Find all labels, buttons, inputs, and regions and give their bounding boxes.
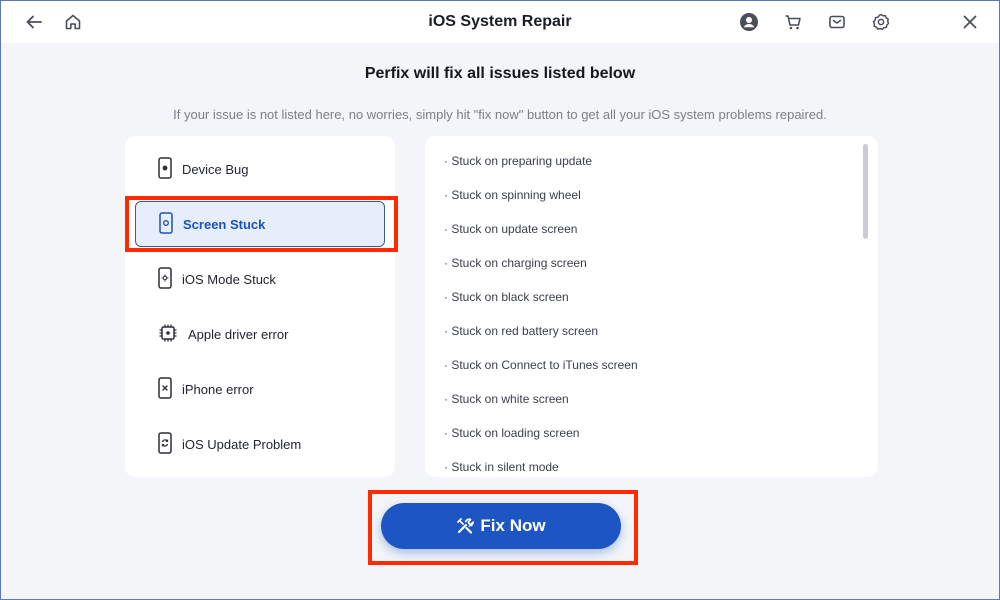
- category-screen-stuck[interactable]: Screen Stuck: [135, 201, 385, 247]
- category-apple-driver-error[interactable]: Apple driver error: [135, 311, 385, 357]
- issue-item: · Stuck on loading screen: [444, 426, 580, 440]
- issue-item: · Stuck on black screen: [444, 290, 569, 304]
- issue-item: · Stuck on charging screen: [444, 256, 587, 270]
- issue-item: · Stuck on preparing update: [444, 154, 593, 168]
- close-icon[interactable]: [958, 10, 982, 34]
- wrench-icon: [456, 517, 475, 535]
- issue-item: · Stuck on Connect to iTunes screen: [444, 358, 638, 372]
- issue-item: · Stuck on spinning wheel: [444, 188, 581, 202]
- category-label: Screen Stuck: [183, 216, 266, 232]
- page-subline: If your issue is not listed here, no wor…: [173, 107, 827, 122]
- category-label: iOS Update Problem: [182, 436, 302, 452]
- page-headline: Perfix will fix all issues listed below: [364, 65, 636, 82]
- issue-list-panel[interactable]: · Stuck on preparing update · Stuck on s…: [425, 136, 878, 477]
- issue-item: · Stuck on red battery screen: [444, 324, 599, 338]
- phone-error-icon: [158, 376, 172, 402]
- issue-item: · Stuck on update screen: [444, 222, 578, 236]
- category-iphone-error[interactable]: iPhone error: [135, 366, 385, 412]
- app-title: iOS System Repair: [428, 13, 572, 30]
- fix-now-button[interactable]: Fix Now: [381, 503, 621, 549]
- settings-icon[interactable]: [869, 10, 893, 34]
- category-label: Apple driver error: [188, 326, 289, 342]
- chip-icon: [158, 323, 178, 346]
- cart-icon[interactable]: [781, 10, 805, 34]
- app-window: iOS System Repair Perfix will fix all is…: [0, 0, 1000, 600]
- issue-list-scrollbar[interactable]: [863, 144, 868, 239]
- category-label: iOS Mode Stuck: [182, 271, 276, 287]
- fix-now-label: Fix Now: [480, 516, 546, 535]
- issue-item: · Stuck in silent mode: [444, 460, 559, 474]
- issue-item: · Stuck on white screen: [444, 392, 569, 406]
- category-label: iPhone error: [182, 381, 254, 397]
- account-icon[interactable]: [737, 10, 761, 34]
- title-bar: iOS System Repair: [1, 1, 999, 43]
- ios-mode-icon: [158, 266, 172, 292]
- mail-icon[interactable]: [825, 10, 849, 34]
- category-label: Device Bug: [182, 161, 249, 177]
- device-bug-icon: [158, 156, 172, 182]
- screen-stuck-icon: [159, 211, 173, 237]
- issue-list: · Stuck on preparing update · Stuck on s…: [444, 152, 844, 477]
- category-device-bug[interactable]: Device Bug: [135, 146, 385, 192]
- category-ios-update-problem[interactable]: iOS Update Problem: [135, 421, 385, 467]
- category-panel: Device Bug Screen Stuck iOS Mode Stuck A…: [125, 136, 395, 477]
- category-ios-mode-stuck[interactable]: iOS Mode Stuck: [135, 256, 385, 302]
- update-icon: [158, 431, 172, 457]
